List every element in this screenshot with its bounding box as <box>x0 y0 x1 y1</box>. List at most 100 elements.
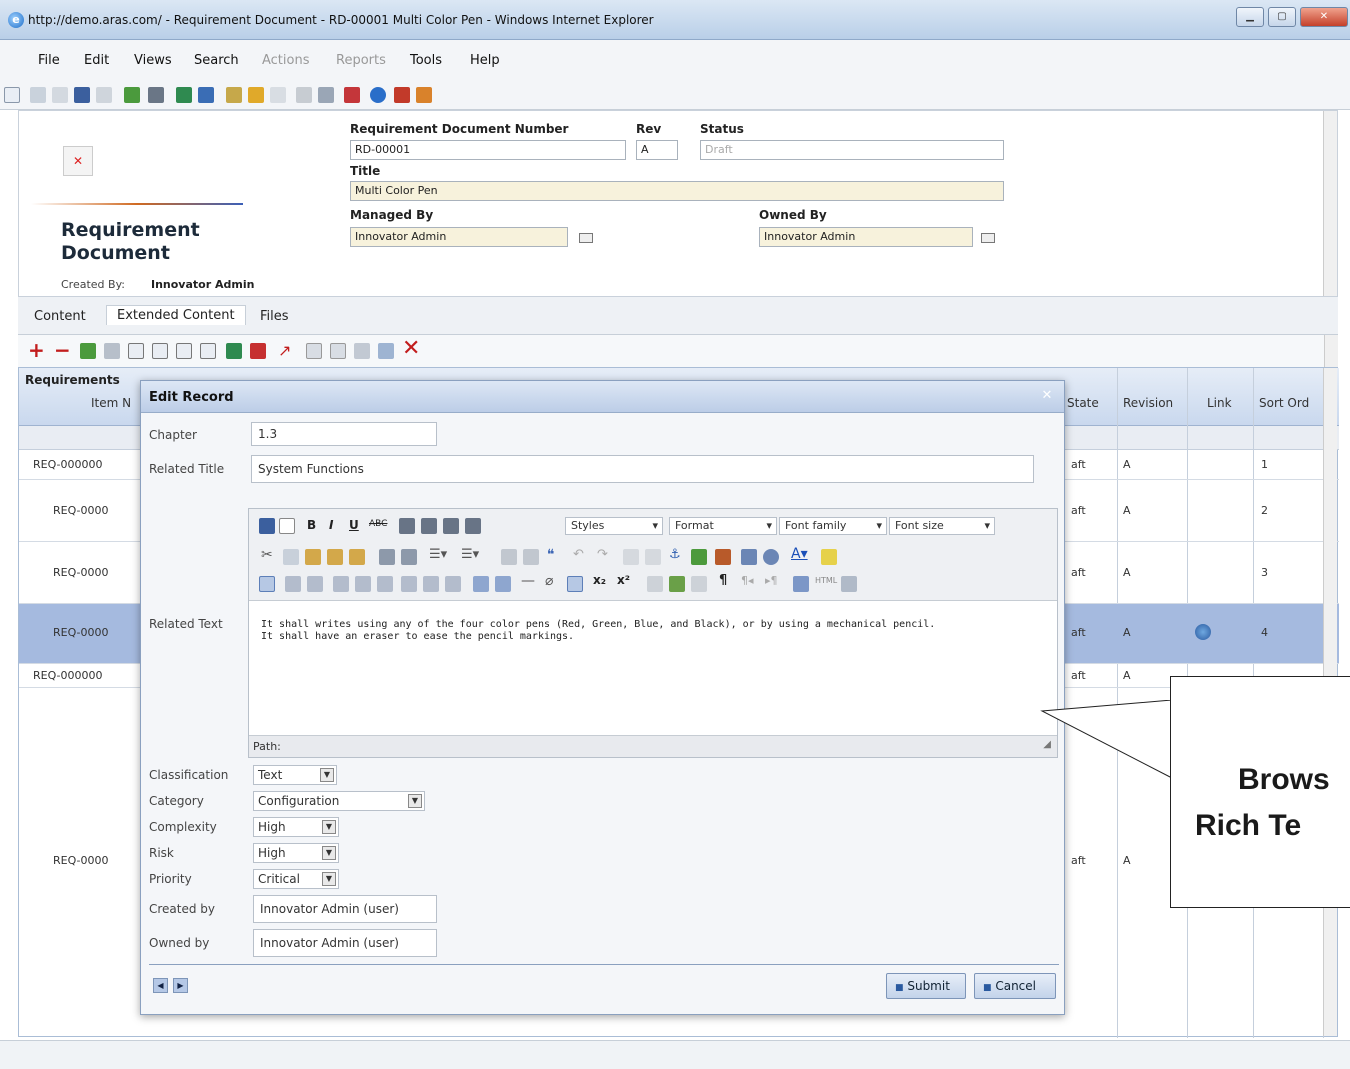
rev-field[interactable]: A <box>636 140 678 160</box>
fullscreen-icon[interactable] <box>793 576 809 592</box>
insert-above-icon[interactable] <box>128 343 144 359</box>
rich-text-editor[interactable]: B I U ABC Styles ▾ Format ▾ Font family ▾ F… <box>248 508 1058 758</box>
align-left-icon[interactable] <box>399 518 415 534</box>
menu-views[interactable]: Views <box>134 53 172 68</box>
bullet-list-icon[interactable]: ☰▾ <box>429 547 447 562</box>
menu-edit[interactable]: Edit <box>84 53 109 68</box>
category-select[interactable]: Configuration ▼ <box>253 791 425 811</box>
menu-tools[interactable]: Tools <box>410 53 442 68</box>
outdent-icon[interactable] <box>200 343 216 359</box>
preview-icon[interactable] <box>841 576 857 592</box>
doc-number-field[interactable]: RD-00001 <box>350 140 626 160</box>
blockquote-icon[interactable]: ❝ <box>547 547 555 563</box>
managed-by-field[interactable]: Innovator Admin <box>350 227 568 247</box>
refresh-icon[interactable] <box>124 87 140 103</box>
created-by-field[interactable]: Innovator Admin (user) <box>253 895 437 923</box>
redo-text-icon[interactable]: ↷ <box>597 547 608 562</box>
print-icon[interactable] <box>148 87 164 103</box>
col-revision[interactable]: Revision <box>1123 396 1173 410</box>
col-after-icon[interactable] <box>423 576 439 592</box>
tab-content[interactable]: Content <box>34 309 86 324</box>
row-before-icon[interactable] <box>333 576 349 592</box>
link-text-icon[interactable] <box>623 549 639 565</box>
lock-icon[interactable] <box>248 87 264 103</box>
status-field[interactable]: Draft <box>700 140 1004 160</box>
cut-icon[interactable]: ✂ <box>261 547 273 563</box>
managed-by-picker-icon[interactable] <box>579 233 593 243</box>
menu-search[interactable]: Search <box>194 53 239 68</box>
col-state[interactable]: State <box>1067 396 1099 410</box>
subscribe-icon[interactable] <box>416 87 432 103</box>
priority-select[interactable]: Critical ▼ <box>253 869 339 889</box>
font-family-dropdown[interactable]: Font family ▾ <box>779 517 887 535</box>
superscript-icon[interactable]: x² <box>617 573 630 587</box>
delete-icon[interactable]: ✕ <box>402 336 420 361</box>
export-word-icon[interactable] <box>198 87 214 103</box>
pilcrow-icon[interactable]: ¶ <box>719 573 727 588</box>
visual-aid-icon[interactable] <box>259 576 275 592</box>
italic-icon[interactable]: I <box>329 518 333 532</box>
anchor-icon[interactable]: ⚓ <box>669 547 681 562</box>
tab-files[interactable]: Files <box>260 309 289 324</box>
title-field[interactable]: Multi Color Pen <box>350 181 1004 201</box>
bg-color-icon[interactable] <box>821 549 837 565</box>
outdent-text-icon[interactable] <box>501 549 517 565</box>
delete-col-icon[interactable] <box>445 576 461 592</box>
editor-content[interactable]: It shall writes using any of the four co… <box>261 619 1051 643</box>
media-icon[interactable] <box>669 576 685 592</box>
owned-by-picker-icon[interactable] <box>981 233 995 243</box>
nonbreaking-icon[interactable] <box>691 576 707 592</box>
promote-icon[interactable] <box>296 87 312 103</box>
new-icon[interactable] <box>4 87 20 103</box>
align-justify-icon[interactable] <box>465 518 481 534</box>
minimize-icon[interactable]: ▁ <box>1236 7 1264 27</box>
discussion-icon[interactable] <box>394 87 410 103</box>
risk-select[interactable]: High ▼ <box>253 843 339 863</box>
replace-icon[interactable] <box>401 549 417 565</box>
help-icon[interactable] <box>370 87 386 103</box>
menu-help[interactable]: Help <box>470 53 500 68</box>
dialog-close-icon[interactable]: ✕ <box>1038 387 1056 405</box>
edit-record-icon[interactable] <box>354 343 370 359</box>
copy-icon[interactable] <box>283 549 299 565</box>
close-item-icon[interactable] <box>96 87 112 103</box>
complexity-select[interactable]: High ▼ <box>253 817 339 837</box>
where-used-icon[interactable] <box>318 87 334 103</box>
col-item-number[interactable]: Item N <box>91 396 131 410</box>
header-scrollbar[interactable] <box>1323 111 1337 296</box>
editor-new-icon[interactable] <box>279 518 295 534</box>
split-cells-icon[interactable] <box>473 576 489 592</box>
link-icon[interactable] <box>104 343 120 359</box>
owned-by-field[interactable]: Innovator Admin <box>759 227 973 247</box>
related-title-field[interactable]: System Functions <box>251 455 1034 483</box>
menu-actions[interactable]: Actions <box>262 53 310 68</box>
save-icon[interactable] <box>74 87 90 103</box>
chapter-field[interactable]: 1.3 <box>251 422 437 446</box>
view-icon[interactable] <box>30 87 46 103</box>
styles-dropdown[interactable]: Styles ▾ <box>565 517 663 535</box>
paste-word-icon[interactable] <box>349 549 365 565</box>
indent-icon[interactable] <box>176 343 192 359</box>
paste-icon[interactable] <box>305 549 321 565</box>
visual-aid-toggle-icon[interactable] <box>567 576 583 592</box>
export-pdf-icon[interactable] <box>250 343 266 359</box>
row-after-icon[interactable] <box>355 576 371 592</box>
refresh-grid-icon[interactable] <box>80 343 96 359</box>
menu-reports[interactable]: Reports <box>336 53 386 68</box>
add-row-icon[interactable]: + <box>28 338 45 362</box>
html-source-icon[interactable] <box>741 549 757 565</box>
underline-icon[interactable]: U <box>349 518 359 532</box>
paste-text-icon[interactable] <box>327 549 343 565</box>
col-sort-order[interactable]: Sort Ord <box>1259 396 1309 410</box>
ltr-icon[interactable]: ¶◂ <box>741 574 754 587</box>
html-icon[interactable]: HTML <box>815 576 837 585</box>
menu-file[interactable]: File <box>38 53 60 68</box>
remove-format-icon[interactable]: ⌀ <box>545 573 553 589</box>
arrow-icon[interactable]: ↗ <box>278 341 291 360</box>
undo-icon[interactable] <box>270 87 286 103</box>
special-char-icon[interactable] <box>647 576 663 592</box>
image-icon[interactable] <box>691 549 707 565</box>
subscript-icon[interactable]: x₂ <box>593 573 606 587</box>
unlock-icon[interactable] <box>226 87 242 103</box>
strikethrough-icon[interactable]: ABC <box>369 519 387 529</box>
